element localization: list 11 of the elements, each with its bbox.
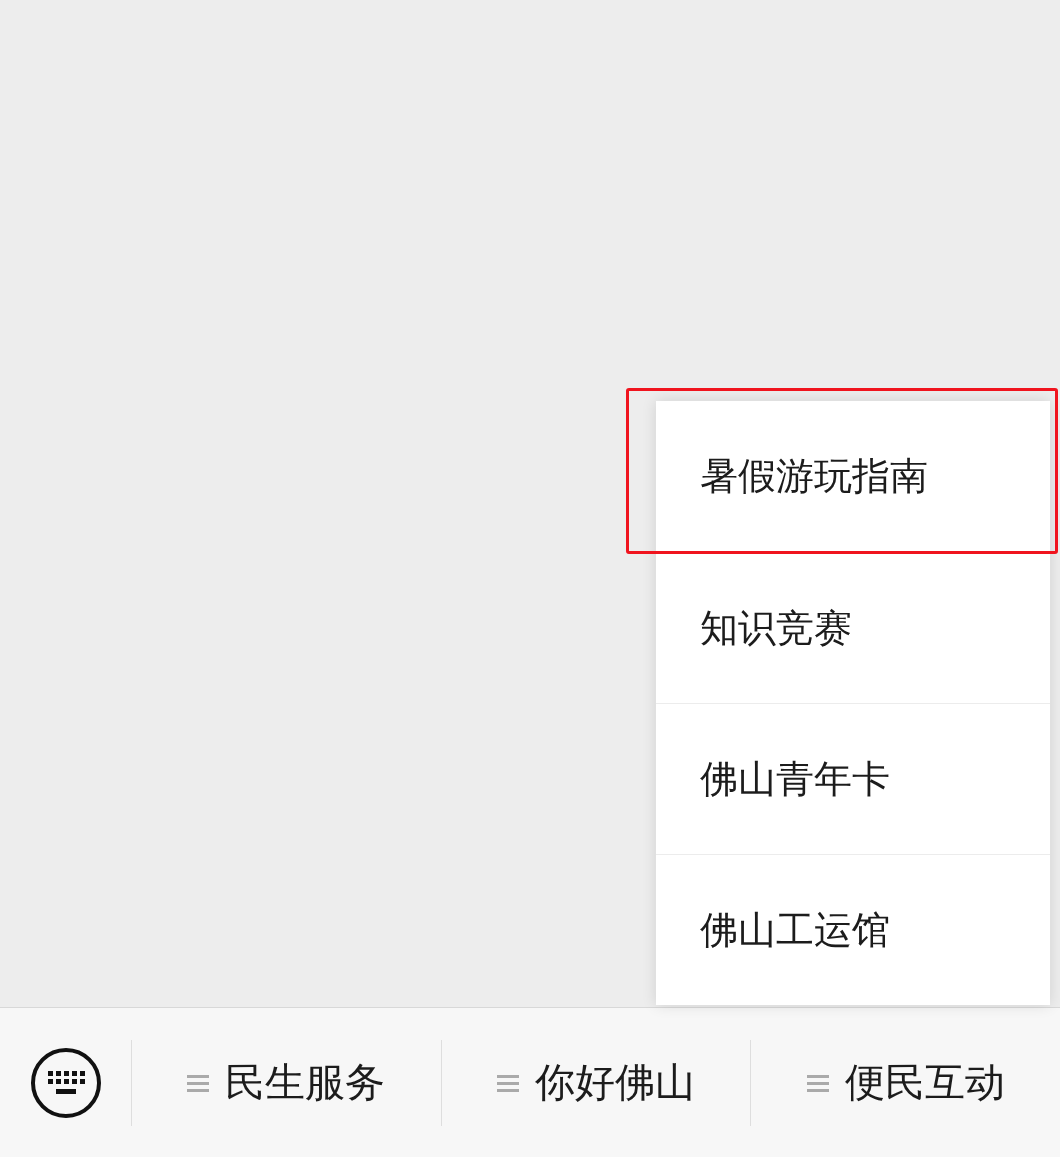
submenu-item[interactable]: 知识竞赛 [656,552,1050,703]
submenu-item[interactable]: 暑假游玩指南 [656,401,1050,552]
menu-icon [187,1072,210,1093]
menu-button[interactable]: 民生服务 [132,1008,441,1157]
menu-icon [497,1072,519,1093]
menu-button[interactable]: 你好佛山 [441,1008,751,1157]
submenu-item[interactable]: 佛山青年卡 [656,703,1050,854]
menu-button[interactable]: 便民互动 [751,1008,1060,1157]
menu-icon [806,1072,829,1093]
submenu-item[interactable]: 佛山工运馆 [656,854,1050,1005]
keyboard-icon [29,1046,102,1119]
